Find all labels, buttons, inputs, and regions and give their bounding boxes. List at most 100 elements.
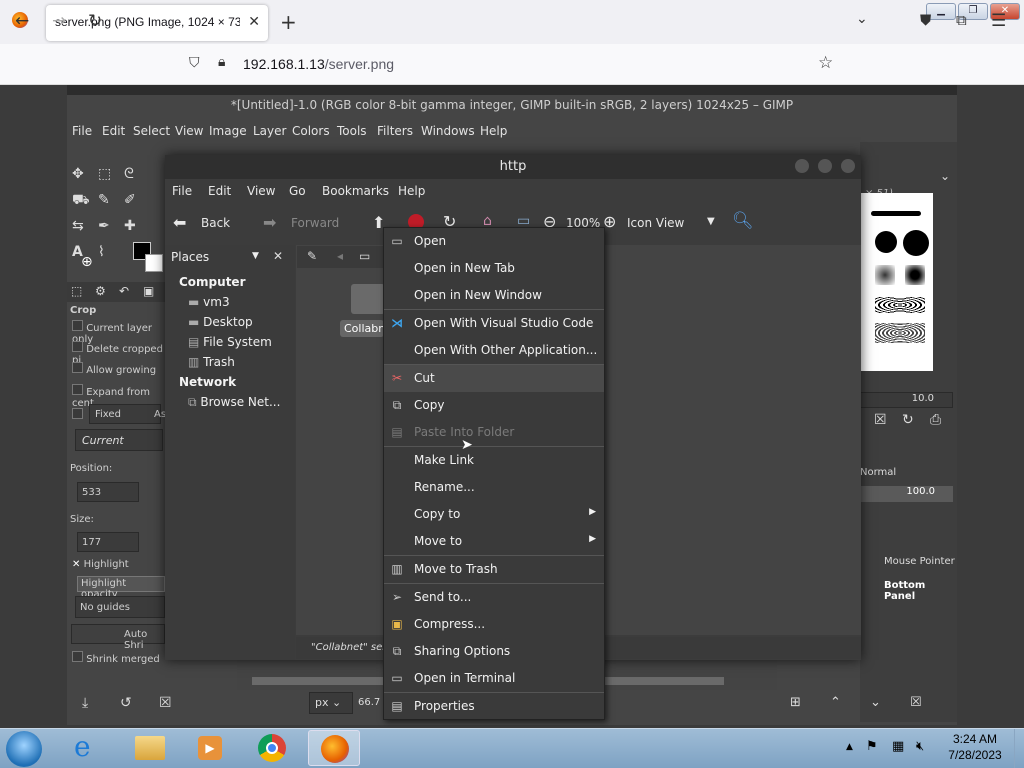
heal-tool-icon[interactable]: ✚ <box>124 218 142 236</box>
taskbar-media-player[interactable]: ▶ <box>184 730 236 766</box>
ctx-sharing-options[interactable]: ⧉ Sharing Options <box>384 638 604 665</box>
fixed-dropdown[interactable]: Fixed As <box>89 404 166 424</box>
shrink-merged-option[interactable]: Shrink merged <box>72 651 160 665</box>
extensions-icon[interactable]: ⧉ <box>956 11 967 29</box>
path-left-icon[interactable]: ◂ <box>337 249 343 263</box>
bookmark-star-icon[interactable]: ☆ <box>818 53 833 73</box>
brush-spacing-input[interactable]: 10.0 <box>860 392 953 408</box>
view-mode-dropdown[interactable]: Icon View <box>627 216 684 230</box>
zoom-dropdown[interactable]: 66.7 % <box>356 692 386 714</box>
gimp-menu-edit[interactable]: Edit <box>102 124 125 138</box>
gimp-menu-file[interactable]: File <box>72 124 92 138</box>
forward-arrow-icon[interactable]: ➡ <box>263 213 276 232</box>
layer-down-icon[interactable]: ⌄ <box>870 695 888 713</box>
fixed-option[interactable] <box>72 408 83 422</box>
ctx-cut[interactable]: ✂ Cut <box>384 365 604 392</box>
brush-grid[interactable] <box>861 193 933 371</box>
naut-maximize-button[interactable] <box>818 159 832 173</box>
ctx-open-in-terminal[interactable]: ▭ Open in Terminal <box>384 665 604 692</box>
gimp-menu-layer[interactable]: Layer <box>253 124 286 138</box>
background-color-swatch[interactable] <box>145 254 163 272</box>
place-vm3[interactable]: ▬ vm3 <box>188 295 230 309</box>
unit-dropdown[interactable]: px ⌄ <box>309 692 353 714</box>
forward-icon[interactable]: → <box>52 11 66 31</box>
list-tabs-icon[interactable]: ⌄ <box>856 11 868 27</box>
move-tool-icon[interactable]: ✥ <box>72 166 90 184</box>
naut-menu-go[interactable]: Go <box>289 184 306 198</box>
restore-options-icon[interactable]: ↺ <box>120 695 138 713</box>
naut-menu-view[interactable]: View <box>247 184 275 198</box>
path-tool-icon[interactable]: ✒ <box>98 218 116 236</box>
tracking-shield-icon[interactable]: ⛉ <box>189 55 200 71</box>
images-tab-icon[interactable]: ▣ <box>143 284 154 298</box>
zoom-in-icon[interactable]: ⊕ <box>603 212 616 231</box>
tool-options-tab-icon[interactable]: ⬚ <box>71 284 82 298</box>
color-picker-icon[interactable]: ⌇ <box>98 244 116 262</box>
menu-hamburger-icon[interactable]: ☰ <box>991 11 1006 31</box>
dock-dropdown-icon[interactable]: ⌄ <box>940 169 950 183</box>
taskbar-ie[interactable]: e <box>64 730 116 766</box>
layer-delete-icon[interactable]: ☒ <box>910 695 928 713</box>
layer-bottom-panel[interactable]: Bottom Panel <box>884 580 957 602</box>
gimp-menu-windows[interactable]: Windows <box>421 124 475 138</box>
allow-growing-option[interactable]: Allow growing <box>72 362 156 376</box>
place-file-system[interactable]: ▤ File System <box>188 335 272 349</box>
url-bar[interactable]: ⛉ 🔒︎ 192.168.1.13/server.png ☆ <box>182 48 850 80</box>
ctx-send-to[interactable]: ➢ Send to... <box>384 584 604 611</box>
place-trash[interactable]: ▥ Trash <box>188 355 235 369</box>
ctx-compress[interactable]: ▣ Compress... <box>384 611 604 638</box>
start-button[interactable] <box>6 731 42 767</box>
view-mode-chevron-icon[interactable]: ▼ <box>707 216 715 227</box>
layer-opacity-slider[interactable]: 100.0 <box>860 486 953 502</box>
close-sidebar-icon[interactable]: ✕ <box>273 249 283 263</box>
gimp-menu-image[interactable]: Image <box>209 124 247 138</box>
ctx-move-to[interactable]: Move to ▶ <box>384 528 604 555</box>
ctx-open-with-vscode[interactable]: ⋊ Open With Visual Studio Code <box>384 310 604 337</box>
delete-options-icon[interactable]: ☒ <box>159 695 177 713</box>
brush-refresh-icon[interactable]: ↻ <box>902 412 920 430</box>
pocket-icon[interactable]: ⛊ <box>920 11 931 29</box>
browser-tab[interactable]: server.png (PNG Image, 1024 × 738 pixels… <box>46 5 268 41</box>
taskbar-chrome[interactable] <box>246 730 298 766</box>
rect-select-tool-icon[interactable]: ⬚ <box>98 166 116 184</box>
new-tab-icon[interactable]: + <box>280 10 297 34</box>
naut-close-button[interactable] <box>841 159 855 173</box>
naut-menu-file[interactable]: File <box>172 184 192 198</box>
places-header[interactable]: Places ▼ <box>166 245 266 267</box>
highlight-opacity-slider[interactable]: Highlight opacity <box>77 576 165 600</box>
brush-delete-icon[interactable]: ☒ <box>874 412 892 430</box>
layer-mode-dropdown[interactable]: Normal <box>860 464 916 482</box>
fill-tool-icon[interactable]: ⛟ <box>72 192 90 210</box>
size-width-input[interactable]: 177 <box>77 532 139 552</box>
edit-location-icon[interactable]: ✎ <box>307 249 317 263</box>
ctx-rename[interactable]: Rename... <box>384 474 604 501</box>
taskbar-explorer[interactable] <box>124 730 176 766</box>
reload-icon[interactable]: ↻ <box>88 11 102 31</box>
position-x-input[interactable]: 533 <box>77 482 139 502</box>
taskbar-firefox[interactable] <box>308 730 360 766</box>
paint-tool-icon[interactable]: ✎ <box>98 192 116 210</box>
gimp-menu-help[interactable]: Help <box>480 124 507 138</box>
place-browse-network[interactable]: ⧉ Browse Net... <box>188 395 280 410</box>
lasso-tool-icon[interactable]: ᘓ <box>124 166 142 184</box>
search-icon[interactable]: 🔍︎ <box>732 211 754 231</box>
close-tab-icon[interactable]: ✕ <box>248 14 260 30</box>
place-desktop[interactable]: ▬ Desktop <box>188 315 253 329</box>
volume-muted-icon[interactable]: 🔇︎ <box>916 739 924 754</box>
forward-button[interactable]: Forward <box>291 216 339 230</box>
ctx-copy[interactable]: ⧉ Copy <box>384 392 604 419</box>
system-clock[interactable]: 3:24 AM 7/28/2023 <box>940 732 1010 766</box>
gimp-menu-colors[interactable]: Colors <box>292 124 330 138</box>
places-dropdown-icon[interactable]: ▼ <box>252 251 259 261</box>
layer-up-icon[interactable]: ⌃ <box>830 695 848 713</box>
airbrush-tool-icon[interactable]: ✐ <box>124 192 142 210</box>
ctx-copy-to[interactable]: Copy to ▶ <box>384 501 604 528</box>
back-button[interactable]: Back <box>201 216 230 230</box>
network-tray-icon[interactable]: ▦ <box>892 739 904 754</box>
ctx-move-to-trash[interactable]: ▥ Move to Trash <box>384 556 604 583</box>
action-center-flag-icon[interactable]: ⚑ <box>866 739 878 754</box>
brush-edit-icon[interactable]: ⎙ <box>930 412 948 430</box>
gimp-menu-filters[interactable]: Filters <box>377 124 413 138</box>
save-options-icon[interactable]: ⤓ <box>82 695 100 713</box>
auto-shrink-button[interactable]: Auto Shri <box>71 624 165 651</box>
